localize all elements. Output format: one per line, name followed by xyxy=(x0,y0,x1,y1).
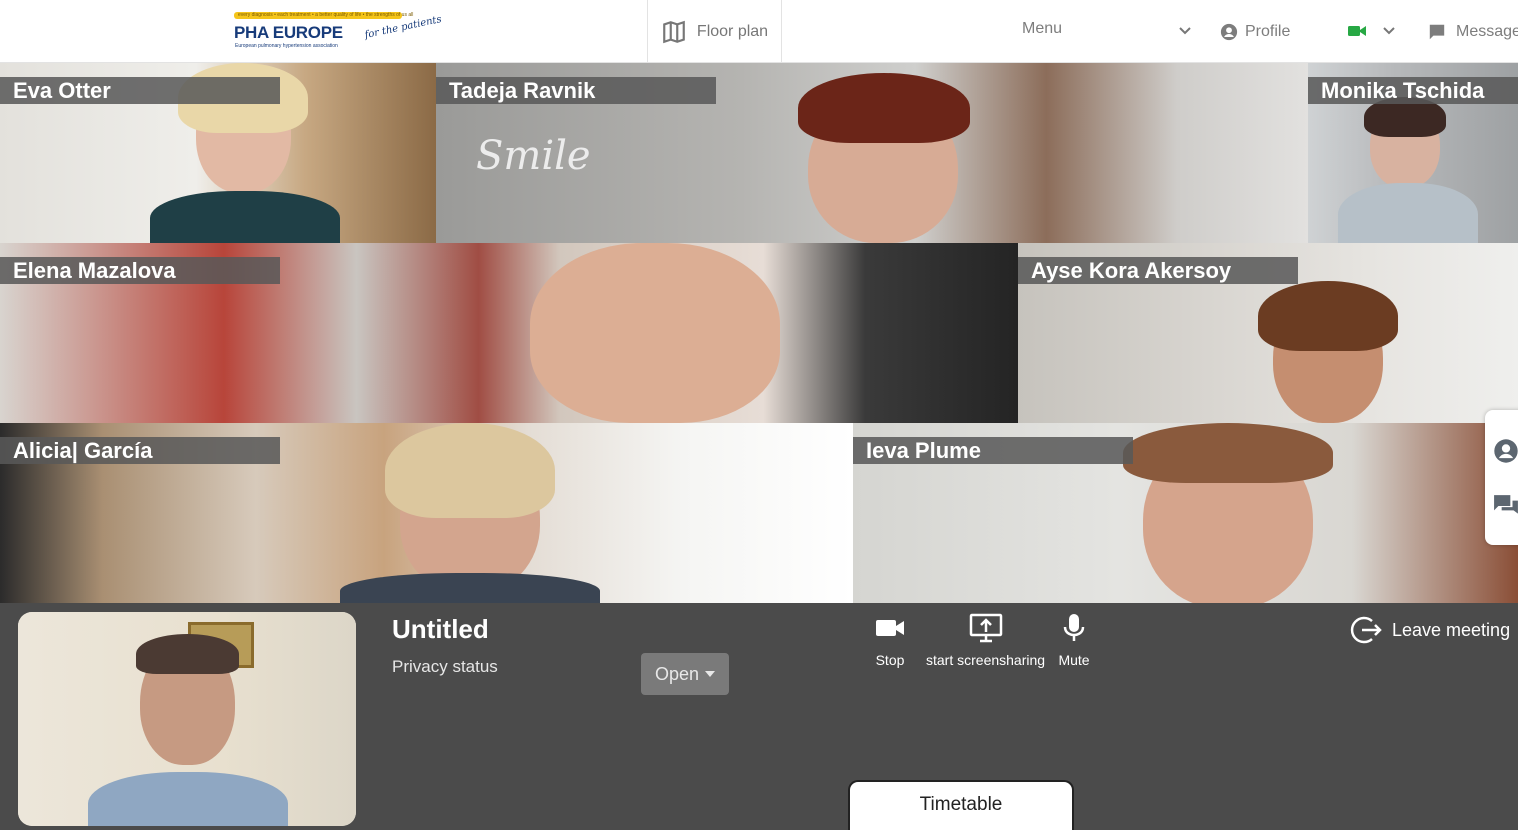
menu-label: Menu xyxy=(1022,20,1063,37)
video-tile[interactable]: Ieva Plume xyxy=(853,423,1518,603)
caret-down-icon xyxy=(705,671,716,677)
participant-name: Alicia| García xyxy=(0,437,280,464)
participant-name: Elena Mazalova xyxy=(0,257,280,284)
profile-label: Profile xyxy=(1245,23,1291,40)
participant-name: Monika Tschida xyxy=(1308,77,1518,104)
top-navbar: every diagnosis • each treatment • a bet… xyxy=(0,0,1518,63)
messages-label: Message xyxy=(1456,23,1518,40)
logo-strip-text: every diagnosis • each treatment • a bet… xyxy=(238,12,414,18)
video-tile[interactable]: Monika Tschida xyxy=(1308,63,1518,243)
logo-text: PHA EUROPE xyxy=(234,23,343,42)
chat-icon xyxy=(1429,24,1445,40)
mute-label: Mute xyxy=(1058,652,1090,668)
video-tile[interactable]: Eva Otter xyxy=(0,63,436,243)
microphone-icon xyxy=(1063,614,1085,641)
video-tile[interactable]: Elena Mazalova xyxy=(0,243,1018,423)
video-camera-icon xyxy=(876,620,904,636)
pha-europe-logo[interactable]: every diagnosis • each treatment • a bet… xyxy=(232,10,443,54)
video-tile[interactable]: Smile Tadeja Ravnik xyxy=(436,63,1308,243)
privacy-status-label: Privacy status xyxy=(392,657,498,676)
participant-name: Ayse Kora Akersoy xyxy=(1018,257,1298,284)
floor-plan-button[interactable]: Floor plan xyxy=(648,0,781,63)
floor-plan-label: Floor plan xyxy=(696,22,769,40)
smile-sign: Smile xyxy=(476,133,591,179)
stop-label: Stop xyxy=(875,652,905,668)
camera-toggle[interactable] xyxy=(1348,24,1396,38)
leave-meeting-button[interactable]: Leave meeting xyxy=(1350,614,1510,646)
stop-video-button[interactable]: Stop xyxy=(874,612,906,668)
screenshare-button[interactable]: start screensharing xyxy=(926,612,1045,668)
timetable-tab[interactable]: Timetable xyxy=(848,780,1074,830)
participant-name: Tadeja Ravnik xyxy=(436,77,716,104)
leave-meeting-label: Leave meeting xyxy=(1392,619,1511,640)
participant-name: Ieva Plume xyxy=(853,437,1133,464)
user-circle-icon xyxy=(1220,23,1238,41)
logo-tagline: European pulmonary hypertension associat… xyxy=(235,43,338,49)
video-camera-icon xyxy=(1348,26,1366,36)
chevron-down-icon xyxy=(1179,27,1191,35)
screenshare-label: start screensharing xyxy=(926,652,1046,668)
self-view-video xyxy=(18,612,356,826)
participant-name: Eva Otter xyxy=(0,77,280,104)
messages-button[interactable]: Message xyxy=(1428,20,1518,44)
nav-divider xyxy=(781,0,782,63)
menu-dropdown[interactable]: Menu xyxy=(1022,20,1192,44)
chevron-down-icon xyxy=(1383,27,1395,35)
video-tile[interactable]: Alicia| García xyxy=(0,423,853,603)
leave-icon xyxy=(1350,616,1382,644)
meeting-title[interactable]: Untitled xyxy=(392,614,489,645)
profile-button[interactable]: Profile xyxy=(1220,20,1290,44)
video-tile[interactable]: Ayse Kora Akersoy xyxy=(1018,243,1518,423)
mute-button[interactable]: Mute xyxy=(1058,612,1090,668)
privacy-status-dropdown[interactable]: Open xyxy=(641,653,729,695)
side-panel xyxy=(1485,410,1518,545)
chat-icon[interactable] xyxy=(1493,494,1518,518)
map-icon xyxy=(663,20,685,43)
privacy-status-value: Open xyxy=(654,663,700,684)
user-circle-icon[interactable] xyxy=(1493,438,1518,464)
screen-share-icon xyxy=(969,613,1002,643)
